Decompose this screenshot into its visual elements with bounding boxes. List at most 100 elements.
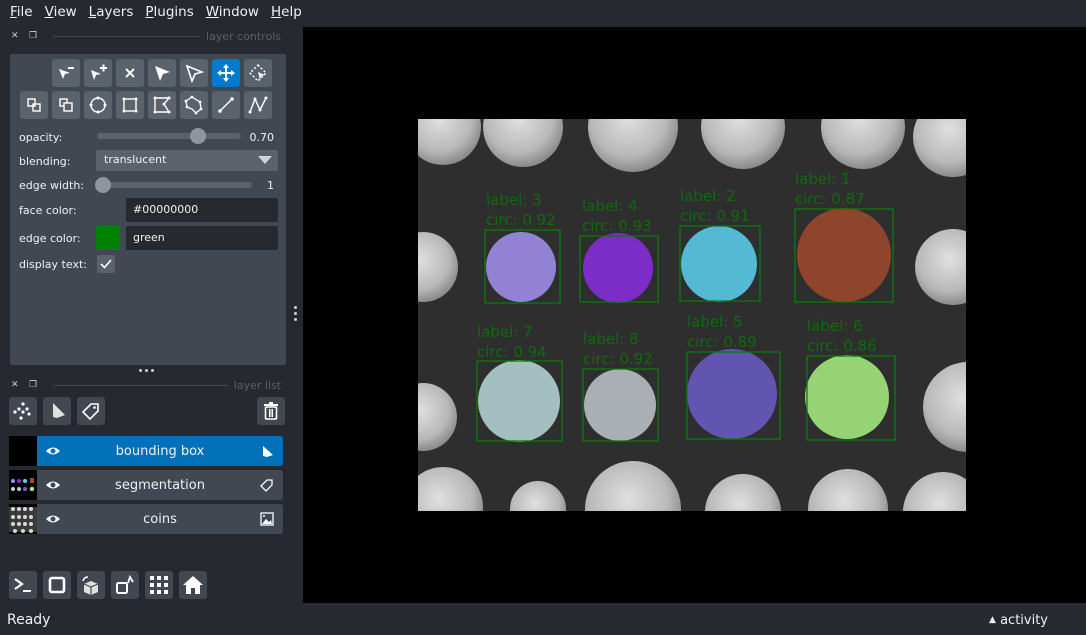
edge-color-input[interactable]: green [126,226,278,250]
new-points-layer-button[interactable] [9,397,37,425]
opacity-slider[interactable] [97,133,241,139]
add-polygon-button[interactable] [148,91,176,119]
header-divider [53,384,228,386]
direct-select-icon [185,64,204,83]
layer-item-segmentation[interactable]: segmentation [9,470,283,500]
display-text-checkbox[interactable] [97,255,115,273]
blending-label: blending: [19,155,71,168]
background-coin [913,119,966,177]
face-color-input[interactable]: #00000000 [126,198,278,222]
add-path-button[interactable] [244,91,272,119]
menu-help-mnemonic: H [270,4,282,20]
transform-button[interactable] [244,59,272,87]
segmentation-mask [584,369,656,441]
add-polygon-lasso-button[interactable] [180,91,208,119]
menu-view-label: iew [53,4,77,20]
direct-select-button[interactable] [180,59,208,87]
labels-layer-icon [260,479,273,492]
annotation-circ-1: circ: 0.87 [795,190,865,208]
delete-icon [125,68,135,78]
select-shape-button[interactable] [148,59,176,87]
polygon-icon [153,96,171,114]
menu-help[interactable]: Help [265,4,308,20]
layer-name: segmentation [115,477,205,493]
add-line-button[interactable] [212,91,240,119]
delete-shape-button[interactable] [116,59,144,87]
annotation-circ-4: circ: 0.93 [582,217,652,235]
menu-plugins[interactable]: Plugins [139,4,199,20]
close-dock-icon[interactable]: ✕ [11,31,21,41]
layer-list-header: ✕ ❐ layer list [11,379,281,392]
add-vertex-button[interactable] [84,59,112,87]
annotation-label-3: label: 3 [486,191,542,209]
edge-color-swatch[interactable] [96,226,120,250]
ellipse-icon [89,96,107,114]
menu-window[interactable]: Window [200,4,265,20]
background-coin [418,119,481,165]
canvas-svg: label: 3 circ: 0.92 label: 4 circ: 0.93 … [418,119,966,511]
segmentation-mask [486,232,556,302]
console-button[interactable] [9,571,37,599]
add-ellipse-button[interactable] [84,91,112,119]
menu-layers[interactable]: Layers [83,4,140,20]
display-text-label: display text: [19,258,87,271]
delete-layer-button[interactable] [257,397,285,425]
move-back-button[interactable] [20,91,48,119]
edge-width-slider-handle[interactable] [94,177,111,193]
background-coin [705,474,781,511]
menu-window-mnemonic: W [205,4,219,20]
annotation-label-1: label: 1 [795,170,851,188]
transpose-dims-button[interactable] [111,571,139,599]
menu-bar: File View Layers Plugins Window Help [0,0,1086,24]
menu-plugins-mnemonic: P [145,4,154,20]
menu-file[interactable]: File [4,4,39,20]
status-text: Ready [7,612,51,628]
background-coin [915,229,966,305]
opacity-slider-handle[interactable] [189,128,206,144]
ndisplay-toggle-button[interactable] [43,571,71,599]
background-coin [510,481,566,511]
edge-width-slider[interactable] [97,182,252,188]
grid-mode-button[interactable] [145,571,173,599]
panel-resize-handle[interactable] [139,369,154,372]
lasso-polygon-icon [184,95,203,115]
add-vertex-icon [91,64,107,80]
close-dock-icon[interactable]: ✕ [11,380,21,390]
new-shapes-layer-button[interactable] [43,397,71,425]
grid-icon [150,576,168,594]
menu-view[interactable]: View [39,4,83,20]
blending-dropdown[interactable]: translucent [96,150,278,171]
edge-width-value: 1 [267,179,274,192]
add-rectangle-button[interactable] [116,91,144,119]
move-arrows-icon [217,64,235,82]
select-arrow-icon [155,66,170,81]
viewer-canvas[interactable]: label: 3 circ: 0.92 label: 4 circ: 0.93 … [303,27,1086,603]
visibility-eye-icon[interactable] [45,478,61,492]
layer-item-coins[interactable]: coins [9,504,283,534]
float-dock-icon[interactable]: ❐ [29,31,39,41]
move-front-button[interactable] [52,91,80,119]
background-coin [418,232,458,302]
annotation-circ-6: circ: 0.86 [807,337,877,355]
float-dock-icon[interactable]: ❐ [29,380,39,390]
visibility-eye-icon[interactable] [45,512,61,526]
shapes-icon [53,403,65,418]
opacity-label: opacity: [19,131,63,144]
pan-zoom-button[interactable] [212,59,240,87]
menu-view-mnemonic: V [44,4,54,20]
remove-vertex-icon [59,67,74,79]
background-coin [903,472,966,511]
path-icon [248,96,268,114]
home-button[interactable] [179,571,207,599]
dock-splitter-handle[interactable] [294,306,298,326]
segmentation-mask [478,360,560,442]
caret-up-icon: ▲ [989,615,996,625]
roll-dims-button[interactable] [77,571,105,599]
console-icon [14,578,31,592]
remove-vertex-button[interactable] [52,59,80,87]
visibility-eye-icon[interactable] [45,444,61,458]
activity-button[interactable]: ▲ activity [989,613,1048,628]
layer-item-bounding-box[interactable]: bounding box [9,436,283,466]
new-labels-layer-button[interactable] [77,397,105,425]
activity-label: activity [1000,613,1048,628]
